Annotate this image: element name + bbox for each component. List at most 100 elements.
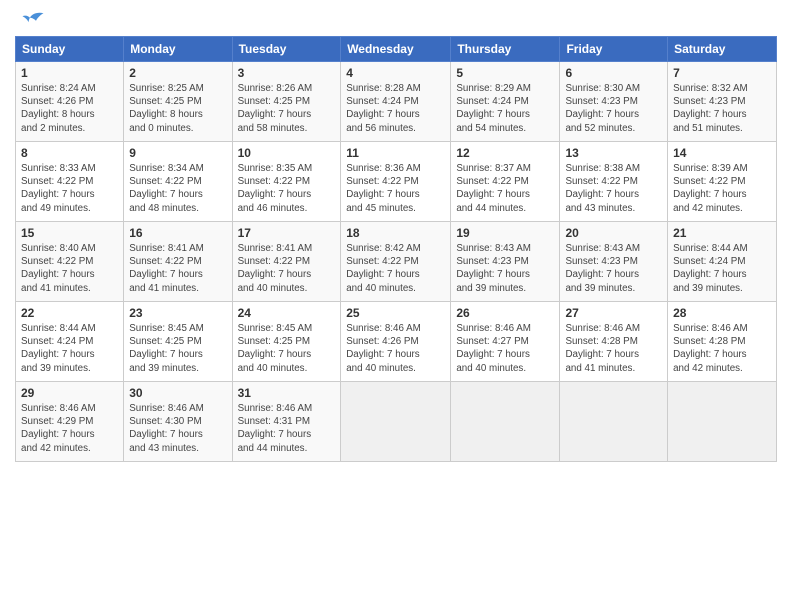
header [15,10,777,30]
calendar-cell: 6 Sunrise: 8:30 AMSunset: 4:23 PMDaylight… [560,62,668,142]
day-info: Sunrise: 8:45 AMSunset: 4:25 PMDaylight:… [129,322,226,375]
calendar-cell [451,382,560,462]
day-info: Sunrise: 8:36 AMSunset: 4:22 PMDaylight:… [346,162,445,215]
calendar-week-row: 22Sunrise: 8:44 AMSunset: 4:24 PMDayligh… [16,302,777,382]
day-number: 23 [129,306,226,320]
day-info: Sunrise: 8:46 AMSunset: 4:31 PMDaylight:… [238,402,336,455]
calendar-cell: 16 Sunrise: 8:41 AMSunset: 4:22 PMDayligh… [124,222,232,302]
calendar-header-row: Sunday Monday Tuesday Wednesday Thursday… [16,37,777,62]
calendar-cell: 15 Sunrise: 8:40 AMSunset: 4:22 PMDayligh… [16,222,124,302]
day-info: Sunrise: 8:46 AMSunset: 4:28 PMDaylight:… [673,322,771,375]
calendar-cell: 19 Sunrise: 8:43 AMSunset: 4:23 PMDayligh… [451,222,560,302]
day-info: Sunrise: 8:32 AMSunset: 4:23 PMDaylight:… [673,82,771,135]
calendar-cell: 14 Sunrise: 8:39 AMSunset: 4:22 PMDayligh… [668,142,777,222]
calendar-cell: 29 Sunrise: 8:46 AMSunset: 4:29 PMDayligh… [16,382,124,462]
day-number: 18 [346,226,445,240]
calendar-cell: 25Sunrise: 8:46 AMSunset: 4:26 PMDayligh… [341,302,451,382]
day-info: Sunrise: 8:39 AMSunset: 4:22 PMDaylight:… [673,162,771,215]
day-number: 26 [456,306,554,320]
day-number: 5 [456,66,554,80]
calendar-cell [341,382,451,462]
day-info: Sunrise: 8:46 AMSunset: 4:30 PMDaylight:… [129,402,226,455]
calendar-cell: 23 Sunrise: 8:45 AMSunset: 4:25 PMDayligh… [124,302,232,382]
day-number: 8 [21,146,118,160]
day-info: Sunrise: 8:41 AMSunset: 4:22 PMDaylight:… [238,242,336,295]
day-number: 20 [565,226,662,240]
day-number: 19 [456,226,554,240]
day-info: Sunrise: 8:26 AMSunset: 4:25 PMDaylight:… [238,82,336,135]
day-info: Sunrise: 8:29 AMSunset: 4:24 PMDaylight:… [456,82,554,135]
calendar-cell: 30 Sunrise: 8:46 AMSunset: 4:30 PMDayligh… [124,382,232,462]
day-info: Sunrise: 8:30 AMSunset: 4:23 PMDaylight:… [565,82,662,135]
day-number: 31 [238,386,336,400]
day-number: 30 [129,386,226,400]
day-number: 21 [673,226,771,240]
calendar-cell: 8 Sunrise: 8:33 AMSunset: 4:22 PMDaylight… [16,142,124,222]
calendar-cell: 2Sunrise: 8:25 AMSunset: 4:25 PMDaylight… [124,62,232,142]
calendar-week-row: 1 Sunrise: 8:24 AMSunset: 4:26 PMDaylight… [16,62,777,142]
day-info: Sunrise: 8:46 AMSunset: 4:26 PMDaylight:… [346,322,445,375]
day-info: Sunrise: 8:38 AMSunset: 4:22 PMDaylight:… [565,162,662,215]
calendar-cell: 22Sunrise: 8:44 AMSunset: 4:24 PMDayligh… [16,302,124,382]
header-tuesday: Tuesday [232,37,341,62]
calendar-cell: 5 Sunrise: 8:29 AMSunset: 4:24 PMDaylight… [451,62,560,142]
calendar-cell: 11 Sunrise: 8:36 AMSunset: 4:22 PMDayligh… [341,142,451,222]
day-number: 11 [346,146,445,160]
day-info: Sunrise: 8:33 AMSunset: 4:22 PMDaylight:… [21,162,118,215]
calendar-cell: 18 Sunrise: 8:42 AMSunset: 4:22 PMDayligh… [341,222,451,302]
day-info: Sunrise: 8:35 AMSunset: 4:22 PMDaylight:… [238,162,336,215]
day-info: Sunrise: 8:43 AMSunset: 4:23 PMDaylight:… [456,242,554,295]
calendar-cell: 26 Sunrise: 8:46 AMSunset: 4:27 PMDayligh… [451,302,560,382]
day-number: 12 [456,146,554,160]
day-number: 14 [673,146,771,160]
calendar-cell: 1 Sunrise: 8:24 AMSunset: 4:26 PMDaylight… [16,62,124,142]
day-info: Sunrise: 8:41 AMSunset: 4:22 PMDaylight:… [129,242,226,295]
calendar-cell: 10 Sunrise: 8:35 AMSunset: 4:22 PMDayligh… [232,142,341,222]
day-number: 15 [21,226,118,240]
day-number: 1 [21,66,118,80]
calendar-cell: 12 Sunrise: 8:37 AMSunset: 4:22 PMDayligh… [451,142,560,222]
day-number: 7 [673,66,771,80]
header-wednesday: Wednesday [341,37,451,62]
day-number: 10 [238,146,336,160]
day-info: Sunrise: 8:45 AMSunset: 4:25 PMDaylight:… [238,322,336,375]
day-info: Sunrise: 8:28 AMSunset: 4:24 PMDaylight:… [346,82,445,135]
calendar-week-row: 8 Sunrise: 8:33 AMSunset: 4:22 PMDaylight… [16,142,777,222]
calendar-cell: 7 Sunrise: 8:32 AMSunset: 4:23 PMDaylight… [668,62,777,142]
day-info: Sunrise: 8:37 AMSunset: 4:22 PMDaylight:… [456,162,554,215]
day-info: Sunrise: 8:24 AMSunset: 4:26 PMDaylight:… [21,82,118,135]
calendar-cell: 21Sunrise: 8:44 AMSunset: 4:24 PMDayligh… [668,222,777,302]
day-number: 3 [238,66,336,80]
calendar-week-row: 15 Sunrise: 8:40 AMSunset: 4:22 PMDayligh… [16,222,777,302]
header-saturday: Saturday [668,37,777,62]
calendar-cell: 28Sunrise: 8:46 AMSunset: 4:28 PMDayligh… [668,302,777,382]
day-number: 2 [129,66,226,80]
day-number: 29 [21,386,118,400]
day-info: Sunrise: 8:43 AMSunset: 4:23 PMDaylight:… [565,242,662,295]
calendar-cell [668,382,777,462]
calendar-cell: 13Sunrise: 8:38 AMSunset: 4:22 PMDayligh… [560,142,668,222]
day-number: 17 [238,226,336,240]
day-info: Sunrise: 8:34 AMSunset: 4:22 PMDaylight:… [129,162,226,215]
day-number: 6 [565,66,662,80]
calendar-cell: 4Sunrise: 8:28 AMSunset: 4:24 PMDaylight… [341,62,451,142]
calendar-cell [560,382,668,462]
day-number: 22 [21,306,118,320]
header-monday: Monday [124,37,232,62]
calendar-cell: 9 Sunrise: 8:34 AMSunset: 4:22 PMDaylight… [124,142,232,222]
header-sunday: Sunday [16,37,124,62]
calendar-table: Sunday Monday Tuesday Wednesday Thursday… [15,36,777,462]
calendar-week-row: 29 Sunrise: 8:46 AMSunset: 4:29 PMDayligh… [16,382,777,462]
page: Sunday Monday Tuesday Wednesday Thursday… [0,0,792,612]
day-info: Sunrise: 8:40 AMSunset: 4:22 PMDaylight:… [21,242,118,295]
header-thursday: Thursday [451,37,560,62]
day-number: 24 [238,306,336,320]
logo-bird-icon [15,10,45,30]
day-info: Sunrise: 8:46 AMSunset: 4:29 PMDaylight:… [21,402,118,455]
day-number: 16 [129,226,226,240]
day-info: Sunrise: 8:46 AMSunset: 4:27 PMDaylight:… [456,322,554,375]
day-info: Sunrise: 8:42 AMSunset: 4:22 PMDaylight:… [346,242,445,295]
calendar-cell: 20 Sunrise: 8:43 AMSunset: 4:23 PMDayligh… [560,222,668,302]
day-info: Sunrise: 8:46 AMSunset: 4:28 PMDaylight:… [565,322,662,375]
day-number: 9 [129,146,226,160]
